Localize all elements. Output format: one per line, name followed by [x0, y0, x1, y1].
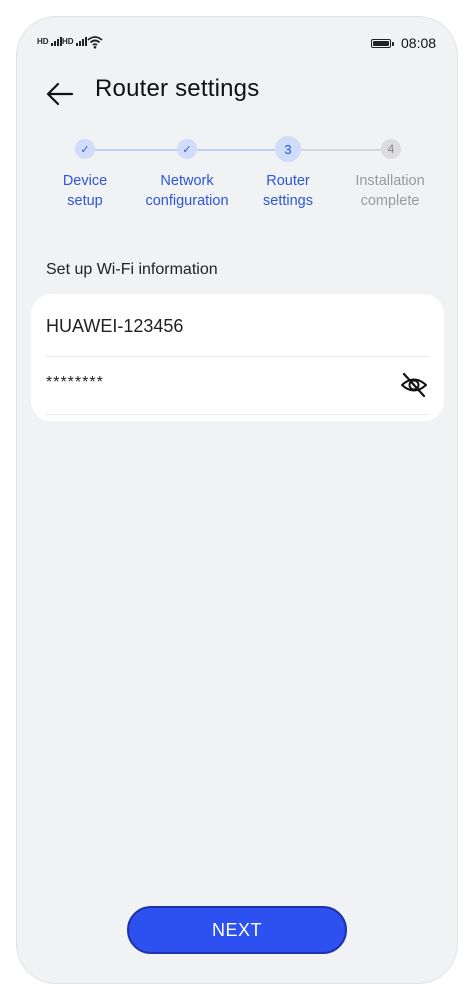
- wifi-icon: [87, 36, 103, 49]
- wifi-form-card: HUAWEI-123456 ********: [31, 294, 444, 421]
- step-connector: [197, 149, 275, 151]
- hd-signal-icon: HD: [37, 37, 62, 46]
- step-1-indicator: ✓: [75, 139, 95, 159]
- step-number: 3: [284, 141, 292, 157]
- password-field[interactable]: ********: [46, 356, 429, 415]
- status-bar: HD HD 08:08: [17, 17, 457, 67]
- step-3-indicator: 3: [275, 136, 301, 162]
- step-3-label: Router settings: [263, 173, 313, 209]
- battery-icon: [371, 39, 394, 48]
- step-connector: [95, 149, 179, 151]
- step-1-label: Device setup: [62, 173, 108, 209]
- check-icon: ✓: [182, 143, 192, 156]
- ssid-value: HUAWEI-123456: [46, 316, 184, 336]
- eye-off-icon[interactable]: [399, 370, 429, 400]
- ssid-field[interactable]: HUAWEI-123456: [46, 294, 429, 357]
- password-value: ********: [46, 374, 104, 391]
- step-number: 4: [387, 142, 395, 156]
- status-time: 08:08: [401, 35, 437, 51]
- step-connector: [301, 149, 381, 151]
- check-icon: ✓: [80, 143, 90, 156]
- section-title: Set up Wi-Fi information: [46, 261, 218, 278]
- step-4-indicator: 4: [381, 139, 401, 159]
- step-4-label: Installation complete: [355, 173, 425, 209]
- page-title: Router settings: [95, 75, 260, 102]
- hd-signal-icon: HD: [62, 37, 87, 46]
- phone-screen: HD HD 08:08 Router settings ✓ ✓ 3 4 Devi…: [16, 16, 458, 984]
- step-2-indicator: ✓: [177, 139, 197, 159]
- progress-stepper: ✓ ✓ 3 4 Device setup Network configuration…: [17, 135, 457, 235]
- step-2-label: Network configuration: [145, 173, 229, 209]
- next-button[interactable]: NEXT: [127, 906, 347, 954]
- arrow-left-icon[interactable]: [45, 79, 75, 109]
